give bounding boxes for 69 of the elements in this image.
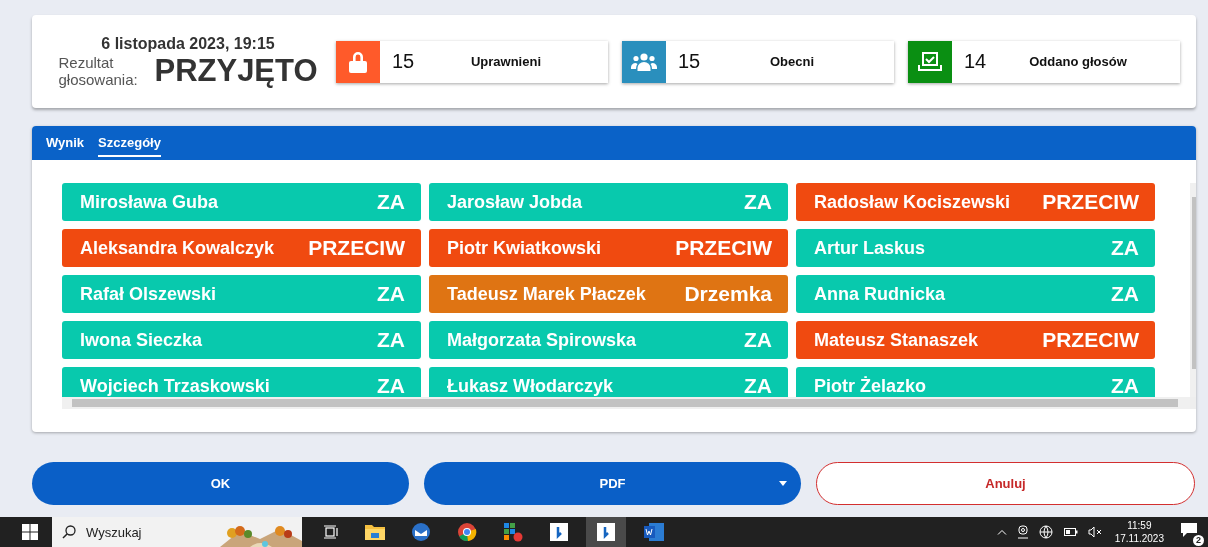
stat-count: 15	[678, 50, 702, 73]
word-icon[interactable]	[643, 522, 665, 542]
stat-caption: Uprawnieni	[469, 54, 543, 69]
chevron-up-icon[interactable]	[996, 529, 1007, 535]
clock-time[interactable]: 11:59	[1127, 519, 1152, 532]
tab[interactable]: Wynik	[46, 129, 85, 157]
member-name: Piotr Kwiatkowski	[447, 237, 602, 259]
webcam-icon[interactable]	[1016, 525, 1029, 539]
people-icon	[631, 52, 657, 71]
vote-value: ZA	[744, 374, 772, 397]
tiles-app-icon[interactable]	[503, 522, 523, 542]
active-app-tile[interactable]	[586, 517, 626, 547]
member-name: Artur Laskus	[814, 237, 926, 259]
member-name: Piotr Żelazko	[814, 375, 927, 397]
caret-icon	[779, 481, 787, 486]
member-name: Tadeusz Marek Płaczek	[447, 283, 646, 305]
vote-value: ZA	[1111, 374, 1139, 397]
vote-value: ZA	[377, 374, 405, 397]
stat-caption: Oddano głosów	[1028, 54, 1128, 69]
member-name: Mateusz Stanaszek	[814, 329, 979, 351]
vote-value: PRZECIW	[675, 236, 772, 260]
result-label: Rezultat głosowania:	[58, 53, 139, 88]
mail-app-icon[interactable]	[411, 522, 431, 542]
notification-count: 2	[1193, 535, 1204, 546]
member-name: Małgorzata Spirowska	[447, 329, 637, 351]
vote-value: ZA	[744, 190, 772, 214]
result-value: PRZYJĘTO	[154, 52, 318, 89]
member-name: Rafał Olszewski	[80, 283, 217, 305]
member-name: Jarosław Jobda	[447, 191, 583, 213]
battery-icon[interactable]	[1063, 527, 1078, 537]
vote-value: ZA	[377, 282, 405, 306]
speaker-muted-icon[interactable]	[1087, 526, 1102, 538]
lock-icon	[348, 50, 368, 73]
member-name: Mirosława Guba	[80, 191, 219, 213]
member-name: Łukasz Włodarczyk	[447, 375, 614, 397]
vote-value: ZA	[377, 328, 405, 352]
notification-icon[interactable]	[1180, 522, 1198, 538]
stat-count: 15	[392, 50, 416, 73]
cancel-button[interactable]: Anuluj	[816, 462, 1195, 505]
stat-count: 14	[964, 50, 988, 73]
member-name: Anna Rudnicka	[814, 283, 946, 305]
app-icon	[596, 522, 616, 542]
member-name: Radosław Kociszewski	[814, 191, 1011, 213]
vote-value: PRZECIW	[1042, 190, 1139, 214]
vote-value: ZA	[1111, 282, 1139, 306]
task-view-icon[interactable]	[323, 524, 339, 540]
pdf-button[interactable]: PDF	[424, 462, 801, 505]
vote-value: PRZECIW	[308, 236, 405, 260]
search-icon	[62, 525, 76, 539]
start-icon[interactable]	[22, 524, 38, 540]
app-icon[interactable]	[549, 522, 569, 542]
browser-icon[interactable]	[457, 522, 477, 542]
member-name: Wojciech Trzaskowski	[80, 375, 270, 397]
vote-value: ZA	[377, 190, 405, 214]
search-field[interactable]: Wyszukaj	[52, 517, 302, 547]
vote-value: ZA	[1111, 236, 1139, 260]
globe-icon[interactable]	[1038, 524, 1054, 540]
vote-date: 6 listopada 2023, 19:15	[101, 34, 275, 53]
vote-value: Drzemka	[684, 282, 772, 306]
vote-value: PRZECIW	[1042, 328, 1139, 352]
stat-caption: Obecni	[768, 54, 816, 69]
clock-date[interactable]: 17.11.2023	[1114, 532, 1164, 545]
folder-icon[interactable]	[365, 524, 385, 540]
member-name: Iwona Sieczka	[80, 329, 203, 351]
ok-button[interactable]: OK	[32, 462, 409, 505]
tab[interactable]: Szczegóły	[98, 129, 161, 157]
member-name: Aleksandra Kowalczyk	[80, 237, 275, 259]
ballot-box-icon	[916, 51, 944, 72]
vote-value: ZA	[744, 328, 772, 352]
